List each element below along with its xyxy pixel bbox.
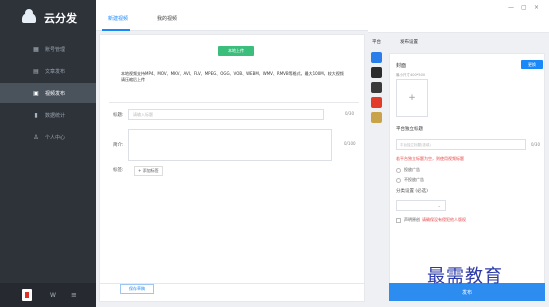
platform-title-warning: 若平台独立标题为空，则使用视频标题 [396,156,464,161]
cover-label: 封面 [396,63,407,69]
add-tag-button[interactable]: + 添加标签 [134,166,163,176]
platform-icon[interactable] [371,67,382,78]
local-upload-button[interactable]: 本地上传 [218,46,254,56]
sidebar-item-label: 文章发布 [45,68,66,75]
intro-textarea[interactable] [128,129,332,161]
platform-title-label: 平台独立标题 [396,127,423,132]
title-char-count: 0/30 [345,111,354,116]
video-form: 本地上传 本地视频支持MP4、MOV、MKV、AVI、FLV、MPEG、OGG、… [99,34,365,302]
app-name: 云分发 [44,12,77,25]
w-icon[interactable]: W [50,292,56,299]
tab-my-videos[interactable]: 我的视频 [157,15,177,22]
platform-title-input[interactable]: 平台独立标题(选填) [396,139,526,150]
sidebar-footer: W ≡ [0,283,96,307]
divider [109,102,359,103]
sidebar-item-profile[interactable]: ♙ 个人中心 [0,127,96,147]
article-icon: ▤ [33,67,39,75]
sidebar-menu: ▦ 账号管理 ▤ 文章发布 ▣ 视频发布 ▮ 数据统计 ♙ 个人中心 [0,39,96,149]
radio-icon [396,167,401,173]
statement-warning: 请确保没有侵犯他人版权 [422,217,466,222]
maximize-icon[interactable]: ▢ [521,4,527,11]
user-icon: ♙ [33,133,39,141]
radio-label: 不投放广告 [404,177,424,182]
active-tab-indicator [102,29,130,31]
platform-icon[interactable] [371,82,382,93]
window-header: — ▢ × [368,0,549,33]
ad-radio-on[interactable]: 投放广告 [396,167,420,173]
avatar[interactable] [22,289,32,301]
sidebar-item-label: 数据统计 [45,112,66,119]
minimize-icon[interactable]: — [508,4,514,11]
sidebar-item-account[interactable]: ▦ 账号管理 [0,39,96,59]
chart-icon: ▮ [34,111,38,119]
radio-icon [396,177,401,183]
sidebar-item-video[interactable]: ▣ 视频发布 [0,83,96,103]
cover-hint: 最小尺寸400*500 [396,73,426,77]
chevron-down-icon: ⌄ [437,203,441,208]
category-label: 分类设置 (必选) [396,189,428,194]
sidebar-item-label: 个人中心 [45,134,66,141]
cloud-logo-icon [22,9,36,23]
tab-publish-settings[interactable]: 发布设置 [400,39,418,45]
tab-platform[interactable]: 平台 [372,39,381,45]
sidebar-item-label: 视频发布 [45,90,66,97]
sidebar-item-stats[interactable]: ▮ 数据统计 [0,105,96,125]
watermark: 最需教育 [427,266,503,287]
tab-new-video[interactable]: 新建视频 [108,15,128,22]
sidebar-item-article[interactable]: ▤ 文章发布 [0,61,96,81]
original-statement-checkbox[interactable]: 声明原创 请确保没有侵犯他人版权 [396,217,466,223]
grid-icon: ▦ [33,45,39,53]
category-select[interactable]: ⌄ [396,200,446,211]
sidebar: 云分发 ▦ 账号管理 ▤ 文章发布 ▣ 视频发布 ▮ 数据统计 ♙ 个人中心 W… [0,0,96,307]
intro-label: 简介: [113,143,124,148]
brand: 云分发 [0,0,96,36]
checkbox-icon [396,217,401,223]
statement-label: 声明原创 [404,217,420,222]
save-draft-button[interactable]: 保存草稿 [120,284,154,294]
menu-icon[interactable]: ≡ [71,291,77,299]
radio-label: 投放广告 [404,167,420,172]
publish-settings-panel: 封面 更换 最小尺寸400*500 + 平台独立标题 平台独立标题(选填) 0/… [389,53,545,289]
app-window: 云分发 ▦ 账号管理 ▤ 文章发布 ▣ 视频发布 ▮ 数据统计 ♙ 个人中心 W… [0,0,549,307]
sidebar-item-label: 账号管理 [45,46,66,53]
close-icon[interactable]: × [534,4,539,11]
platform-icon[interactable] [371,112,382,123]
video-icon: ▣ [33,89,39,97]
tab-bar: 新建视频 我的视频 [96,0,368,31]
intro-char-count: 0/100 [344,141,356,146]
title-input[interactable]: 请输入标题 [128,109,324,120]
platform-icon[interactable] [371,97,382,108]
title-label: 标题: [113,113,124,118]
cover-upload-box[interactable]: + [396,79,428,117]
ad-radio-off[interactable]: 不投放广告 [396,177,424,183]
platform-icon[interactable] [371,52,382,63]
platform-title-count: 0/30 [531,142,540,147]
tag-label: 标签: [113,168,124,173]
change-cover-button[interactable]: 更换 [521,60,543,69]
upload-support-text: 本地视频支持MP4、MOV、MKV、AVI、FLV、MPEG、OGG、VOB、W… [121,71,344,82]
platform-list [369,50,383,140]
